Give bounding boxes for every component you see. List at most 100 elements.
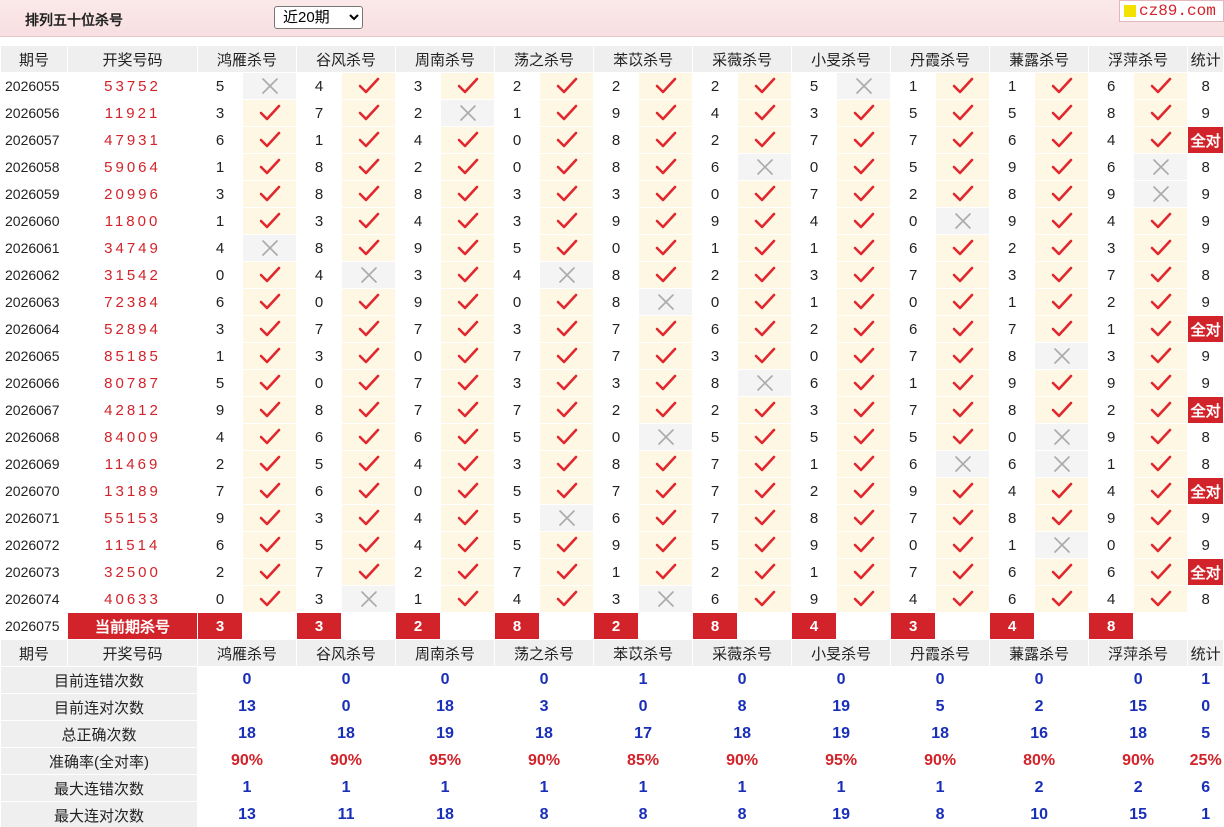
check-icon	[457, 455, 478, 472]
kill-number-cell: 0	[593, 423, 640, 451]
check-icon	[1150, 455, 1171, 472]
kill-number-cell: 7	[791, 180, 838, 208]
result-correct	[638, 342, 694, 370]
check-icon	[655, 563, 676, 580]
check-icon	[754, 77, 775, 94]
result-correct	[341, 315, 397, 343]
check-icon	[556, 590, 577, 607]
kill-number-cell: 2	[593, 72, 640, 100]
result-wrong	[1034, 423, 1090, 451]
result-correct	[935, 423, 991, 451]
check-icon	[259, 401, 280, 418]
result-correct	[836, 288, 892, 316]
check-icon	[358, 185, 379, 202]
summary-value: 19	[791, 720, 892, 748]
summary-value: 2	[1088, 774, 1189, 802]
summary-value: 15	[1088, 801, 1189, 827]
check-icon	[754, 131, 775, 148]
blank-cell	[241, 612, 298, 640]
result-correct	[341, 153, 397, 181]
check-icon	[952, 374, 973, 391]
result-wrong	[1133, 180, 1189, 208]
check-icon	[358, 509, 379, 526]
kill-number-cell: 3	[494, 207, 541, 235]
result-correct	[241, 477, 298, 505]
kill-number-cell: 3	[197, 180, 243, 208]
kill-number-cell: 1	[890, 369, 937, 397]
site-logo[interactable]: cz89.com	[1119, 0, 1224, 22]
check-icon	[853, 374, 874, 391]
result-correct	[737, 261, 793, 289]
summary-value: 0	[296, 666, 397, 694]
kill-number-cell: 9	[791, 585, 838, 613]
check-icon	[259, 104, 280, 121]
kill-number-cell: 1	[593, 558, 640, 586]
result-correct	[935, 99, 991, 127]
check-icon	[259, 590, 280, 607]
check-icon	[1150, 563, 1171, 580]
check-icon	[556, 536, 577, 553]
result-correct	[1133, 423, 1189, 451]
cross-icon	[261, 240, 278, 256]
summary-value: 1	[890, 774, 991, 802]
result-correct	[935, 531, 991, 559]
result-correct	[440, 126, 496, 154]
summary-value: 2	[989, 693, 1090, 721]
period-select[interactable]: 近20期	[274, 6, 363, 29]
kill-number-cell: 9	[395, 288, 442, 316]
summary-label: 准确率(全对率)	[0, 747, 198, 775]
result-correct	[440, 504, 496, 532]
kill-number-cell: 8	[593, 153, 640, 181]
kill-number-cell: 3	[593, 369, 640, 397]
result-correct	[1133, 504, 1189, 532]
result-correct	[440, 72, 496, 100]
kill-number-cell: 6	[692, 153, 739, 181]
kill-number-cell: 4	[296, 261, 343, 289]
kill-number-cell: 1	[989, 531, 1036, 559]
kill-number-cell: 8	[791, 504, 838, 532]
summary-value: 8	[692, 801, 793, 827]
summary-value: 18	[692, 720, 793, 748]
kill-number-cell: 5	[494, 423, 541, 451]
kill-number-cell: 5	[197, 369, 243, 397]
table-row: 2026058 59064 1 8 2 0 8 6 0 5 9 6 8	[0, 153, 1224, 181]
check-icon	[655, 509, 676, 526]
kill-number-cell: 7	[494, 396, 541, 424]
summary-value: 25%	[1187, 747, 1224, 775]
draw-number-cell: 80787	[67, 369, 198, 397]
current-kill-number: 8	[692, 612, 739, 640]
draw-number-cell: 11921	[67, 99, 198, 127]
summary-value: 1	[593, 774, 694, 802]
result-correct	[935, 261, 991, 289]
result-correct	[836, 207, 892, 235]
kill-number-cell: 2	[1088, 288, 1135, 316]
issue-cell: 2026059	[0, 180, 68, 208]
kill-number-cell: 3	[989, 261, 1036, 289]
check-icon	[556, 455, 577, 472]
cross-icon	[1053, 429, 1070, 445]
current-kill-number: 8	[494, 612, 541, 640]
draw-number-cell: 31542	[67, 261, 198, 289]
check-icon	[259, 320, 280, 337]
check-icon	[358, 563, 379, 580]
kill-number-cell: 7	[494, 558, 541, 586]
check-icon	[1150, 374, 1171, 391]
check-icon	[952, 590, 973, 607]
check-icon	[952, 266, 973, 283]
check-icon	[457, 266, 478, 283]
result-correct	[638, 153, 694, 181]
kill-number-cell: 7	[692, 477, 739, 505]
result-correct	[836, 423, 892, 451]
summary-value: 18	[196, 720, 298, 748]
result-correct	[836, 477, 892, 505]
header-row: 期号 开奖号码 鸿雁杀号 谷风杀号 周南杀号 荡之杀号 苯苡杀号 采薇杀号 小旻杀号 丹霞杀号 蒹露…	[0, 639, 1224, 667]
result-correct	[539, 342, 595, 370]
col-header-expert: 小旻杀号	[791, 45, 892, 73]
result-correct	[935, 369, 991, 397]
current-issue-cell: 2026075	[0, 612, 68, 640]
check-icon	[952, 131, 973, 148]
check-icon	[358, 239, 379, 256]
col-header-expert: 周南杀号	[395, 45, 496, 73]
kill-number-cell: 9	[1088, 504, 1135, 532]
result-wrong	[1034, 450, 1090, 478]
